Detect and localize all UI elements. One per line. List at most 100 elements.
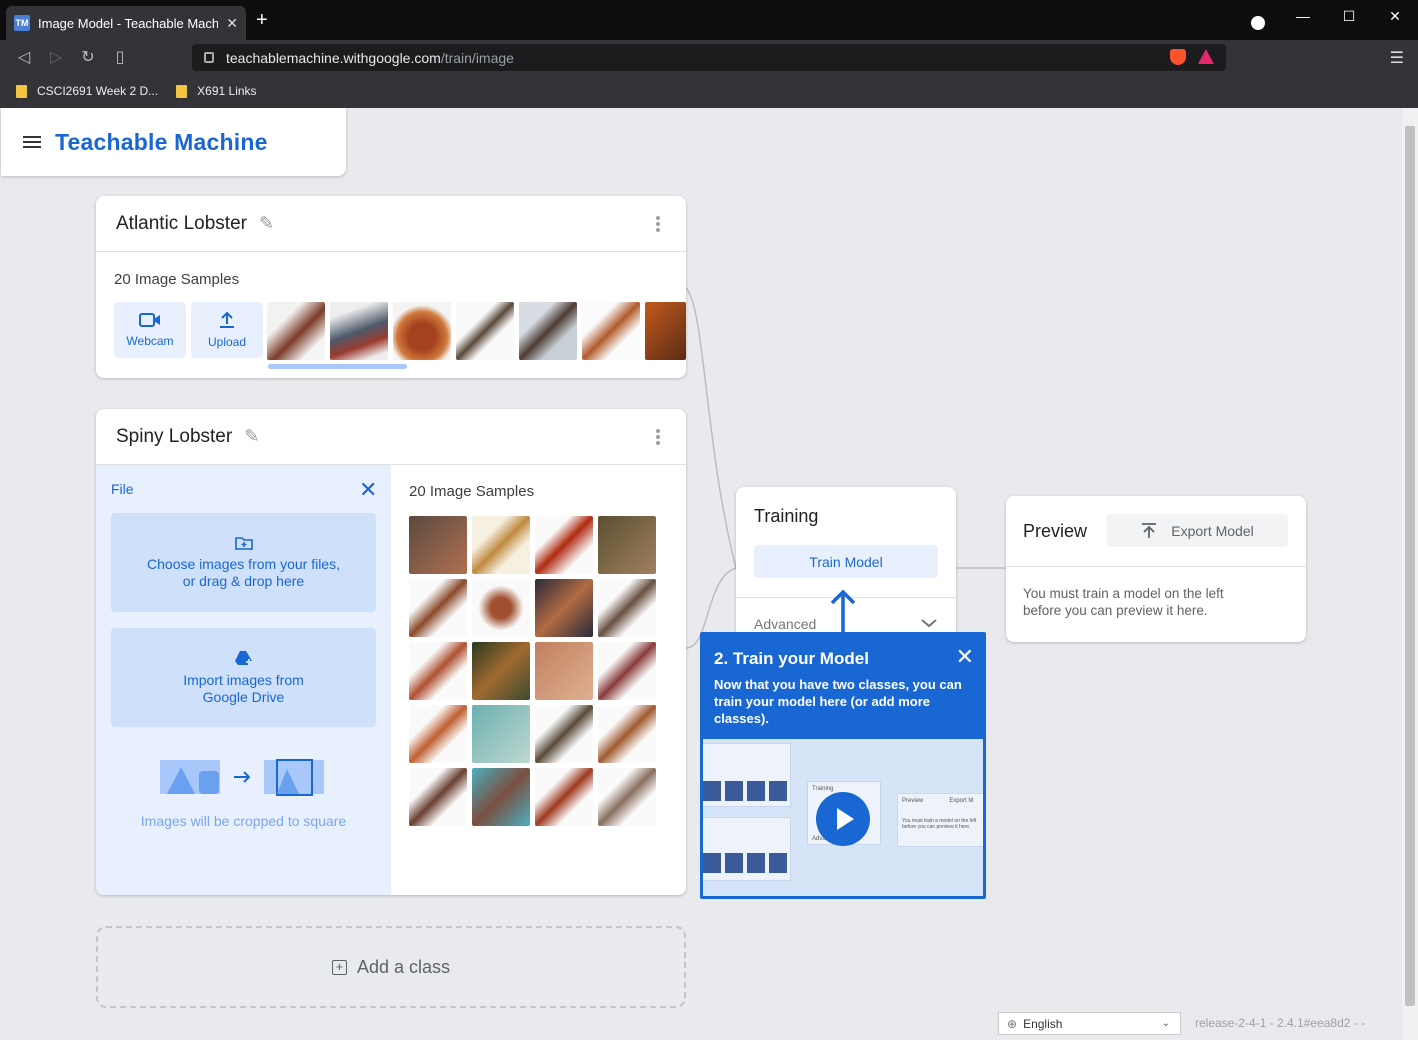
close-panel-icon[interactable]: ✕ bbox=[359, 479, 377, 501]
export-icon bbox=[1142, 522, 1157, 538]
sample-image[interactable] bbox=[535, 705, 593, 763]
sample-image[interactable] bbox=[472, 516, 530, 574]
class-card-spiny: Spiny Lobster ✎ File ✕ Choose images fro… bbox=[96, 409, 686, 895]
sample-image[interactable] bbox=[330, 302, 388, 360]
sample-image[interactable] bbox=[535, 516, 593, 574]
file-panel-label: File bbox=[111, 481, 134, 497]
browser-tab[interactable]: TM Image Model - Teachable Machin ✕ bbox=[6, 6, 246, 40]
sample-image[interactable] bbox=[393, 302, 451, 360]
brave-rewards-icon[interactable] bbox=[1198, 49, 1214, 64]
train-model-button[interactable]: Train Model bbox=[754, 545, 938, 578]
url-path: /train/image bbox=[440, 49, 514, 66]
profile-menu-icon[interactable] bbox=[1251, 16, 1265, 30]
sample-image[interactable] bbox=[456, 302, 514, 360]
sample-count: 20 Image Samples bbox=[409, 483, 535, 500]
class-name[interactable]: Atlantic Lobster bbox=[116, 213, 247, 235]
bookmark-icon[interactable]: ▯ bbox=[104, 47, 136, 67]
add-class-button[interactable]: + Add a class bbox=[96, 926, 686, 1008]
crop-illustration-icon bbox=[160, 759, 324, 796]
minimize-icon[interactable]: — bbox=[1280, 8, 1326, 24]
sample-image[interactable] bbox=[409, 516, 467, 574]
bookmark-page-icon bbox=[16, 84, 27, 98]
sample-image[interactable] bbox=[409, 642, 467, 700]
play-icon[interactable] bbox=[816, 792, 870, 846]
advanced-label[interactable]: Advanced bbox=[754, 616, 816, 632]
menu-icon[interactable] bbox=[23, 136, 41, 148]
tab-close-icon[interactable]: ✕ bbox=[226, 15, 238, 32]
choose-files-dropzone[interactable]: Choose images from your files, or drag &… bbox=[111, 513, 376, 612]
sample-image[interactable] bbox=[409, 768, 467, 826]
forward-icon[interactable]: ▷ bbox=[40, 47, 72, 67]
crop-note: Images will be cropped to square bbox=[140, 813, 347, 829]
scrollbar-thumb[interactable] bbox=[1405, 126, 1415, 1006]
sample-image[interactable] bbox=[519, 302, 577, 360]
new-tab-icon[interactable]: + bbox=[256, 10, 268, 30]
edit-pencil-icon[interactable]: ✎ bbox=[244, 426, 259, 447]
sample-image[interactable] bbox=[472, 705, 530, 763]
sample-image[interactable] bbox=[598, 579, 656, 637]
reload-icon[interactable]: ↻ bbox=[72, 47, 104, 67]
tutorial-video[interactable]: Training Advan Preview Export M You must t… bbox=[703, 739, 983, 896]
sample-image[interactable] bbox=[645, 302, 686, 360]
tooltip-body: Now that you have two classes, you can t… bbox=[714, 677, 962, 726]
sample-image[interactable] bbox=[267, 302, 325, 360]
sample-image[interactable] bbox=[472, 579, 530, 637]
webcam-button[interactable]: Webcam bbox=[114, 302, 186, 358]
divider bbox=[1006, 566, 1306, 567]
sample-image[interactable] bbox=[472, 642, 530, 700]
sample-image[interactable] bbox=[598, 705, 656, 763]
tab-title: Image Model - Teachable Machin bbox=[38, 15, 219, 31]
google-drive-button[interactable]: Import images from Google Drive bbox=[111, 628, 376, 727]
tab-bar: TM Image Model - Teachable Machin ✕ + — … bbox=[0, 0, 1418, 40]
class-header: Spiny Lobster ✎ bbox=[96, 409, 686, 465]
class-card-atlantic: Atlantic Lobster ✎ 20 Image Samples Webc… bbox=[96, 196, 686, 378]
add-icon: + bbox=[331, 959, 347, 975]
page-scrollbar[interactable] bbox=[1402, 108, 1418, 1040]
carousel-scrollbar[interactable] bbox=[268, 364, 407, 369]
address-bar[interactable]: teachablemachine.withgoogle.com/train/im… bbox=[192, 44, 1226, 71]
sample-image[interactable] bbox=[598, 768, 656, 826]
bookmark-item[interactable]: X691 Links bbox=[176, 84, 257, 98]
bookmark-page-icon bbox=[176, 84, 188, 98]
more-options-icon[interactable] bbox=[656, 216, 660, 232]
browser-toolbar: ◁ ▷ ↻ ▯ teachablemachine.withgoogle.com /… bbox=[0, 40, 1418, 74]
window-close-icon[interactable]: ✕ bbox=[1372, 8, 1418, 25]
edit-pencil-icon[interactable]: ✎ bbox=[259, 213, 274, 234]
upload-button[interactable]: Upload bbox=[191, 302, 263, 358]
sample-image[interactable] bbox=[598, 642, 656, 700]
folder-add-icon bbox=[234, 536, 253, 550]
back-icon[interactable]: ◁ bbox=[8, 47, 40, 67]
url-host: teachablemachine.withgoogle.com bbox=[226, 49, 441, 66]
sample-image[interactable] bbox=[535, 579, 593, 637]
app-title[interactable]: Teachable Machine bbox=[55, 129, 268, 156]
language-select[interactable]: ⊕ English ⌄ bbox=[998, 1012, 1181, 1035]
sample-image[interactable] bbox=[472, 768, 530, 826]
preview-card: Preview Export Model You must train a mo… bbox=[1006, 496, 1306, 642]
train-model-tooltip: 2. Train your Model ✕ Now that you have … bbox=[700, 632, 986, 899]
google-drive-icon bbox=[234, 650, 252, 665]
class-name[interactable]: Spiny Lobster bbox=[116, 426, 232, 448]
chevron-down-icon[interactable] bbox=[920, 618, 938, 628]
sample-image[interactable] bbox=[535, 768, 593, 826]
browser-menu-icon[interactable]: ☰ bbox=[1390, 48, 1404, 68]
sample-image[interactable] bbox=[409, 579, 467, 637]
sample-image[interactable] bbox=[598, 516, 656, 574]
sample-image[interactable] bbox=[535, 642, 593, 700]
browser-chrome: TM Image Model - Teachable Machin ✕ + — … bbox=[0, 0, 1418, 108]
bookmark-item[interactable]: CSCI2691 Week 2 D... bbox=[16, 84, 158, 98]
release-version: release-2-4-1 - 2.4.1#eea8d2 - - bbox=[1195, 1016, 1366, 1030]
more-options-icon[interactable] bbox=[656, 429, 660, 445]
file-upload-panel: File ✕ Choose images from your files, or… bbox=[96, 465, 391, 895]
globe-icon: ⊕ bbox=[1007, 1016, 1018, 1031]
export-model-button[interactable]: Export Model bbox=[1107, 514, 1288, 547]
sample-image[interactable] bbox=[582, 302, 640, 360]
maximize-icon[interactable]: ☐ bbox=[1326, 8, 1372, 25]
tooltip-title: 2. Train your Model bbox=[714, 649, 869, 668]
preview-note: You must train a model on the left befor… bbox=[1023, 586, 1224, 618]
video-thumbs bbox=[703, 853, 789, 873]
lock-icon[interactable] bbox=[204, 52, 214, 63]
chevron-down-icon: ⌄ bbox=[1161, 1018, 1170, 1029]
sample-image[interactable] bbox=[409, 705, 467, 763]
brave-shield-icon[interactable] bbox=[1170, 49, 1186, 65]
tooltip-close-icon[interactable]: ✕ bbox=[956, 646, 974, 668]
